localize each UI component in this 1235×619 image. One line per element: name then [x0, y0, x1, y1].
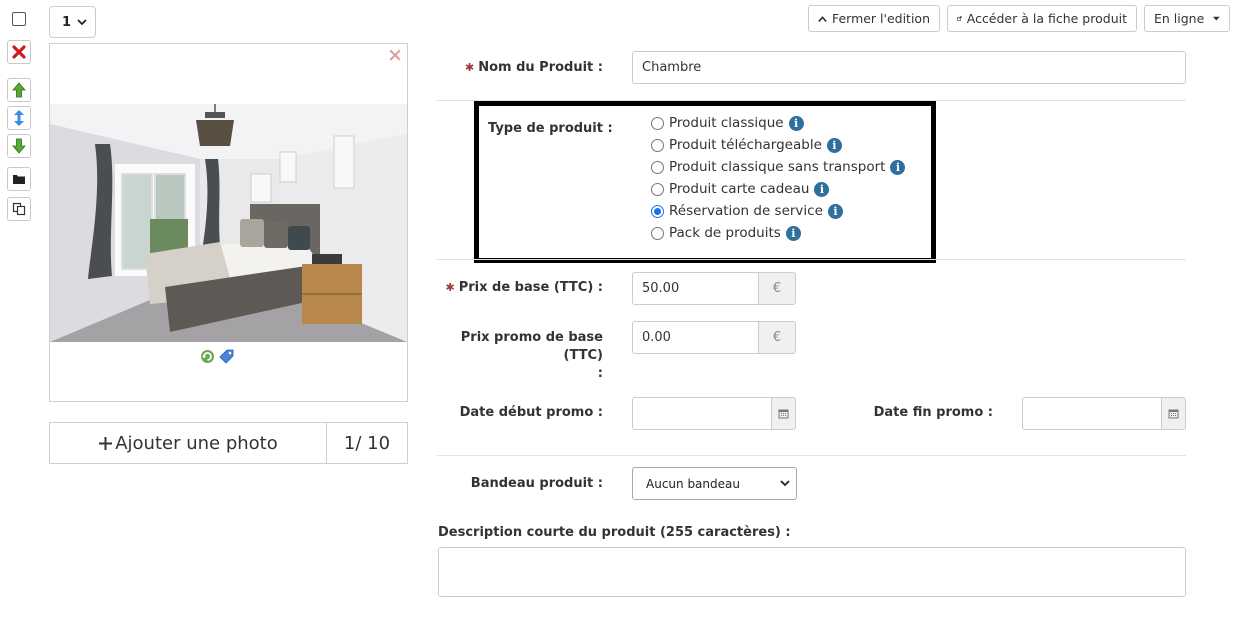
calendar-icon — [1168, 409, 1179, 419]
product-photo[interactable] — [50, 104, 407, 342]
select-checkbox[interactable] — [7, 7, 31, 31]
promo-label-line3: : — [597, 366, 603, 381]
photo-card: × — [49, 43, 408, 402]
move-up-icon — [12, 82, 26, 98]
duplicate-icon — [12, 202, 26, 216]
required-star-icon: ✱ — [464, 61, 475, 74]
base-price-label: ✱ Prix de base (TTC) : — [430, 280, 603, 295]
divider — [437, 259, 1186, 260]
promo-start-input[interactable] — [632, 397, 772, 430]
add-photo-button[interactable]: Ajouter une photo — [50, 423, 327, 463]
tag-icon[interactable] — [219, 349, 235, 364]
promo-price-label: Prix promo de base (TTC) : — [440, 329, 603, 383]
required-star-icon: ✱ — [445, 281, 455, 294]
radio-option-service-booking[interactable]: Réservation de service i — [651, 203, 843, 219]
radio-option-bundle[interactable]: Pack de produits i — [651, 225, 801, 241]
product-name-label-text: Nom du Produit : — [478, 60, 603, 75]
calendar-icon — [778, 409, 789, 419]
add-photo-bar: Ajouter une photo 1/ 10 — [49, 422, 408, 464]
chevron-up-icon — [818, 15, 827, 22]
open-product-page-button[interactable]: Accéder à la fiche produit — [947, 5, 1137, 32]
external-link-icon — [957, 16, 962, 21]
radio-bundle-label: Pack de produits — [669, 225, 781, 241]
promo-start-label: Date début promo : — [459, 405, 603, 420]
currency-addon: € — [758, 321, 796, 354]
currency-addon: € — [758, 272, 796, 305]
radio-service-booking[interactable] — [651, 204, 664, 218]
quantity-select[interactable]: 1 — [49, 6, 96, 38]
radio-no-shipping[interactable] — [651, 160, 664, 174]
banner-select[interactable]: Aucun bandeau — [632, 467, 797, 500]
short-description-textarea[interactable] — [438, 547, 1186, 597]
short-description-label: Description courte du produit (255 carac… — [438, 525, 791, 540]
radio-gift-card-label: Produit carte cadeau — [669, 181, 810, 197]
photo-count: 1/ 10 — [343, 432, 391, 454]
divider — [437, 455, 1186, 456]
banner-value: Aucun bandeau — [646, 476, 740, 491]
info-icon[interactable]: i — [826, 137, 842, 153]
radio-downloadable[interactable] — [651, 138, 664, 152]
move-down-button[interactable] — [7, 134, 31, 158]
duplicate-button[interactable] — [7, 197, 31, 221]
open-product-label: Accéder à la fiche produit — [966, 11, 1127, 26]
product-name-label: ✱ Nom du Produit : — [440, 60, 603, 75]
folder-icon — [13, 175, 25, 184]
radio-gift-card[interactable] — [651, 182, 664, 196]
banner-label: Bandeau produit : — [470, 476, 603, 491]
info-icon[interactable]: i — [785, 225, 801, 241]
add-photo-label: Ajouter une photo — [115, 432, 278, 454]
radio-option-no-shipping[interactable]: Produit classique sans transport i — [651, 159, 906, 175]
move-updown-icon — [14, 110, 24, 126]
radio-no-shipping-label: Produit classique sans transport — [669, 159, 886, 175]
delete-button[interactable] — [7, 40, 31, 64]
promo-price-input[interactable]: 0.00 — [632, 321, 759, 354]
folder-button[interactable] — [7, 167, 31, 191]
radio-service-booking-label: Réservation de service — [669, 203, 823, 219]
radio-option-gift-card[interactable]: Produit carte cadeau i — [651, 181, 830, 197]
info-icon[interactable]: i — [827, 203, 843, 219]
delete-icon — [12, 45, 26, 59]
checkbox-icon — [12, 12, 26, 26]
product-type-label: Type de produit : — [488, 121, 613, 136]
close-edit-button[interactable]: Fermer l'edition — [808, 5, 940, 32]
promo-end-label: Date fin promo : — [873, 405, 993, 420]
radio-option-classic[interactable]: Produit classique i — [651, 115, 804, 131]
calendar-button[interactable] — [1161, 397, 1186, 430]
move-up-button[interactable] — [7, 78, 31, 102]
bedroom-photo — [50, 104, 407, 342]
radio-classic-label: Produit classique — [669, 115, 784, 131]
status-label: En ligne — [1154, 11, 1205, 26]
info-icon[interactable]: i — [788, 115, 804, 131]
chevron-down-icon — [780, 480, 790, 487]
calendar-button[interactable] — [771, 397, 796, 430]
move-down-icon — [12, 138, 26, 154]
radio-bundle[interactable] — [651, 226, 664, 240]
plus-icon — [99, 436, 113, 450]
chevron-down-icon — [77, 19, 87, 26]
info-icon[interactable]: i — [890, 159, 906, 175]
radio-option-downloadable[interactable]: Produit téléchargeable i — [651, 137, 842, 153]
status-dropdown[interactable]: En ligne — [1144, 5, 1230, 32]
quantity-value: 1 — [62, 14, 72, 30]
photo-actions — [200, 349, 235, 364]
promo-label-line1: Prix promo de base — [460, 330, 603, 345]
info-icon[interactable]: i — [814, 181, 830, 197]
product-name-input[interactable]: Chambre — [632, 51, 1186, 84]
caret-down-icon — [1213, 16, 1220, 20]
radio-downloadable-label: Produit téléchargeable — [669, 137, 822, 153]
remove-photo-icon[interactable]: × — [387, 46, 403, 65]
move-updown-button[interactable] — [7, 106, 31, 130]
close-edit-label: Fermer l'edition — [831, 11, 930, 26]
promo-end-input[interactable] — [1022, 397, 1162, 430]
base-price-label-text: Prix de base (TTC) : — [458, 280, 603, 295]
promo-label-line2: (TTC) — [563, 348, 603, 363]
base-price-input[interactable]: 50.00 — [632, 272, 759, 305]
rotate-icon[interactable] — [200, 349, 215, 364]
radio-classic[interactable] — [651, 116, 664, 130]
